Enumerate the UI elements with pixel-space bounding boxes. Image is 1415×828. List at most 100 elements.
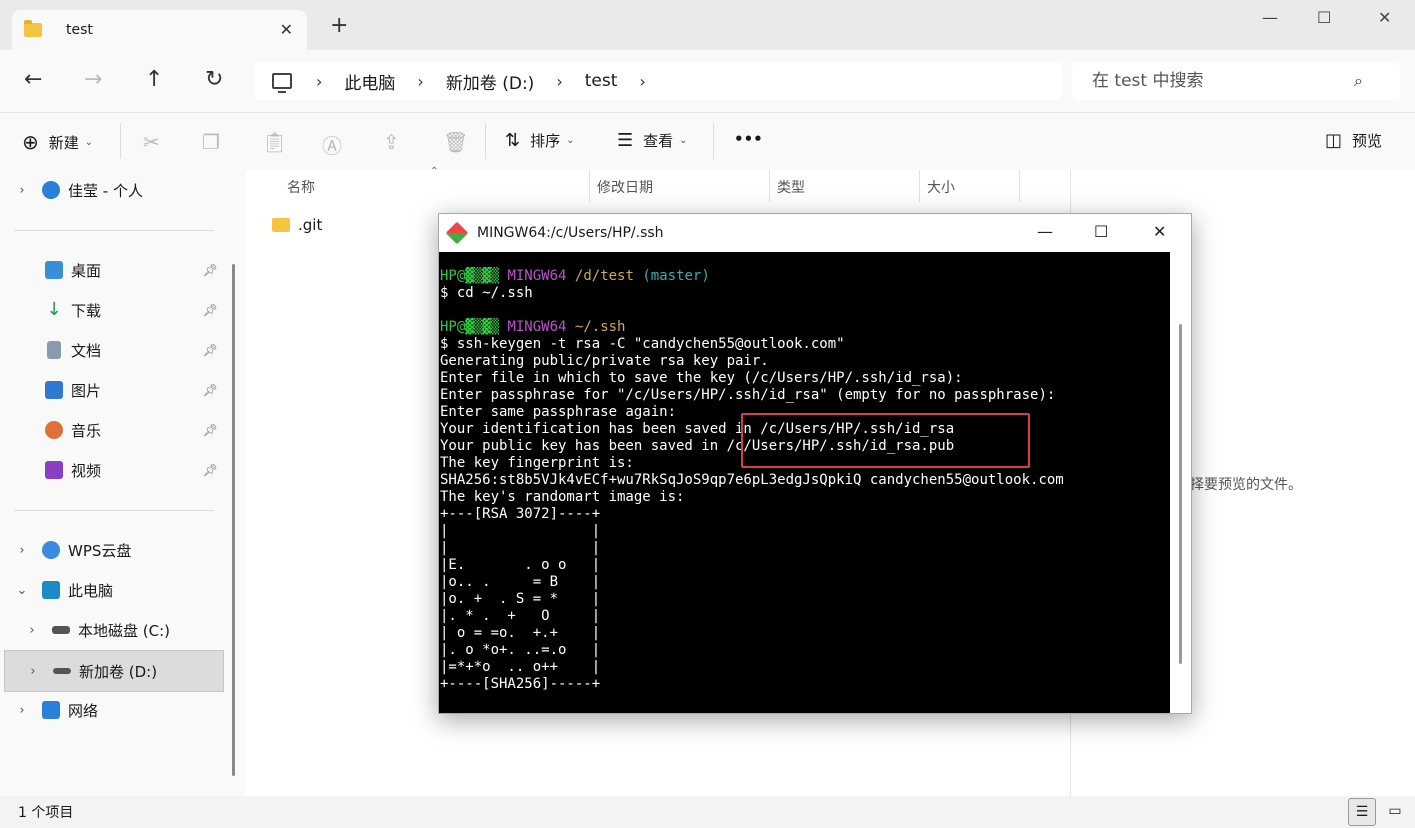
back-button[interactable]: ← [24,68,42,92]
pin-icon[interactable]: 📌︎ [203,423,218,437]
chevron-down-icon[interactable]: ⌄ [12,583,32,598]
column-header-size[interactable]: 大小 [927,177,955,197]
terminal-title-bar[interactable]: MINGW64:/c/Users/HP/.ssh [439,214,1191,252]
column-divider[interactable] [919,170,920,202]
sidebar-item-documents[interactable]: 文档 📌︎ [0,330,224,370]
music-icon [45,421,63,439]
pin-icon[interactable]: 📌︎ [203,263,218,277]
cut-icon[interactable]: ✂ [143,130,160,154]
column-header-modified[interactable]: 修改日期 [597,177,653,197]
document-icon [47,341,61,359]
cloud-icon [42,541,60,559]
preview-message: 择要预览的文件。 [1190,477,1302,493]
search-icon[interactable]: ⌕ [1354,71,1363,91]
prompt-host: HP@ [440,319,466,335]
terminal-title: MINGW64:/c/Users/HP/.ssh [477,225,664,241]
preview-pane-icon: ◫ [1325,130,1343,151]
status-bar [0,796,1415,828]
column-divider[interactable] [769,170,770,202]
output-line: Enter same passphrase again: [440,404,677,420]
sidebar-item-wps[interactable]: › WPS云盘 [0,530,224,570]
tiles-view-icon[interactable]: ▭ [1382,798,1408,824]
output-line: Generating public/private rsa key pair. [440,353,769,369]
breadcrumb-this-pc[interactable]: 此电脑 [344,69,395,94]
command-line: $ ssh-keygen -t rsa -C "candychen55@outl… [440,336,845,352]
column-header-name[interactable]: 名称 [287,177,315,197]
sidebar-item-network[interactable]: › 网络 [0,690,224,730]
pin-icon[interactable]: 📌︎ [203,303,218,317]
forward-button[interactable]: → [84,68,102,92]
up-button[interactable]: ↑ [145,68,163,92]
more-options-button[interactable]: ••• [734,130,763,148]
breadcrumb-test[interactable]: test [585,71,618,91]
address-bar[interactable]: › 此电脑 › 新加卷 (D:) › test › [254,62,1062,100]
chevron-right-icon[interactable]: › [12,543,32,558]
sidebar-scrollbar[interactable] [232,264,235,776]
plus-circle-icon: ⊕ [22,130,39,154]
copy-icon[interactable]: ❐ [202,130,220,154]
delete-icon[interactable]: 🗑︎ [443,130,468,154]
terminal-scrollbar[interactable] [1170,252,1191,713]
new-tab-button[interactable]: + [330,15,348,37]
prompt-host-glyph-icon: ▓▒▓▒ [465,268,500,284]
column-header-type[interactable]: 类型 [777,177,805,197]
output-line: Enter file in which to save the key (/c/… [440,370,963,386]
sidebar-item-pictures[interactable]: 图片 📌︎ [0,370,224,410]
sort-icon: ⇅ [505,130,521,151]
sidebar-item-music[interactable]: 音乐 📌︎ [0,410,224,450]
network-icon [42,701,60,719]
sidebar-item-desktop[interactable]: 桌面 📌︎ [0,250,224,290]
sort-label: 排序 [530,132,561,150]
sidebar-item-account[interactable]: › 佳莹 - 个人 [0,170,224,210]
sidebar-item-drive-c[interactable]: › 本地磁盘 (C:) [0,610,224,650]
column-divider[interactable] [1019,170,1020,202]
chevron-right-icon[interactable]: › [12,183,32,198]
sidebar-item-label: 新加卷 (D:) [79,662,158,681]
chevron-right-icon[interactable]: › [12,703,32,718]
paste-icon[interactable]: 📋︎ [262,130,287,154]
rename-icon[interactable]: Ⓐ [322,130,342,159]
sidebar-item-this-pc[interactable]: ⌄ 此电脑 [0,570,224,610]
item-count: 1 个项目 [18,805,74,821]
share-icon[interactable]: ⇪ [383,130,400,154]
search-box[interactable]: ⌕ [1072,62,1400,100]
pin-icon[interactable]: 📌︎ [203,463,218,477]
sidebar-item-label: 此电脑 [68,581,114,600]
refresh-button[interactable]: ↻ [205,68,223,92]
preview-button[interactable]: ◫ 预览 [1325,130,1382,151]
randomart: +---[RSA 3072]----+ | | | | |E. . o o | … [440,506,601,692]
new-label: 新建 [48,133,79,152]
view-button[interactable]: ☰ 查看 ⌄ [617,130,688,151]
new-button[interactable]: ⊕ 新建 ⌄ [22,130,93,154]
close-button[interactable]: ✕ [1378,8,1391,27]
chevron-right-icon[interactable]: › [22,623,42,638]
sort-button[interactable]: ⇅ 排序 ⌄ [505,130,575,151]
pin-icon[interactable]: 📌︎ [203,383,218,397]
sidebar-item-label: 网络 [68,701,99,720]
column-divider[interactable] [589,170,590,202]
breadcrumb-drive-d[interactable]: 新加卷 (D:) [446,69,535,94]
prompt-branch: (master) [642,268,710,284]
output-line: SHA256:st8b5VJk4vECf+wu7RkSqJoS9qp7e6pL3… [440,472,1064,488]
terminal-close-button[interactable]: ✕ [1153,222,1166,241]
search-input[interactable] [1090,70,1354,92]
terminal-minimize-button[interactable]: — [1037,222,1053,241]
tab-close-icon[interactable]: ✕ [280,20,293,39]
sidebar-item-drive-d[interactable]: › 新加卷 (D:) [4,650,224,692]
chevron-down-icon: ⌄ [566,135,575,146]
minimize-button[interactable]: — [1262,8,1278,27]
pin-icon[interactable]: 📌︎ [203,343,218,357]
chevron-right-icon[interactable]: › [23,664,43,679]
maximize-button[interactable]: ☐ [1317,8,1331,27]
details-view-icon[interactable]: ☰ [1348,798,1376,826]
sidebar-item-downloads[interactable]: ↓ 下载 📌︎ [0,290,224,330]
preview-label: 预览 [1352,132,1383,150]
scroll-thumb[interactable] [1179,324,1182,664]
tab-test[interactable]: test ✕ [12,10,307,50]
download-icon: ↓ [46,299,62,320]
list-item[interactable]: .git [272,216,322,234]
terminal-maximize-button[interactable]: ☐ [1094,222,1108,241]
prompt-path: ~/.ssh [574,319,626,335]
terminal-output[interactable]: HP@▓▒▓▒ MINGW64 /d/test (master) $ cd ~/… [439,252,1170,713]
sidebar-item-videos[interactable]: 视频 📌︎ [0,450,224,490]
